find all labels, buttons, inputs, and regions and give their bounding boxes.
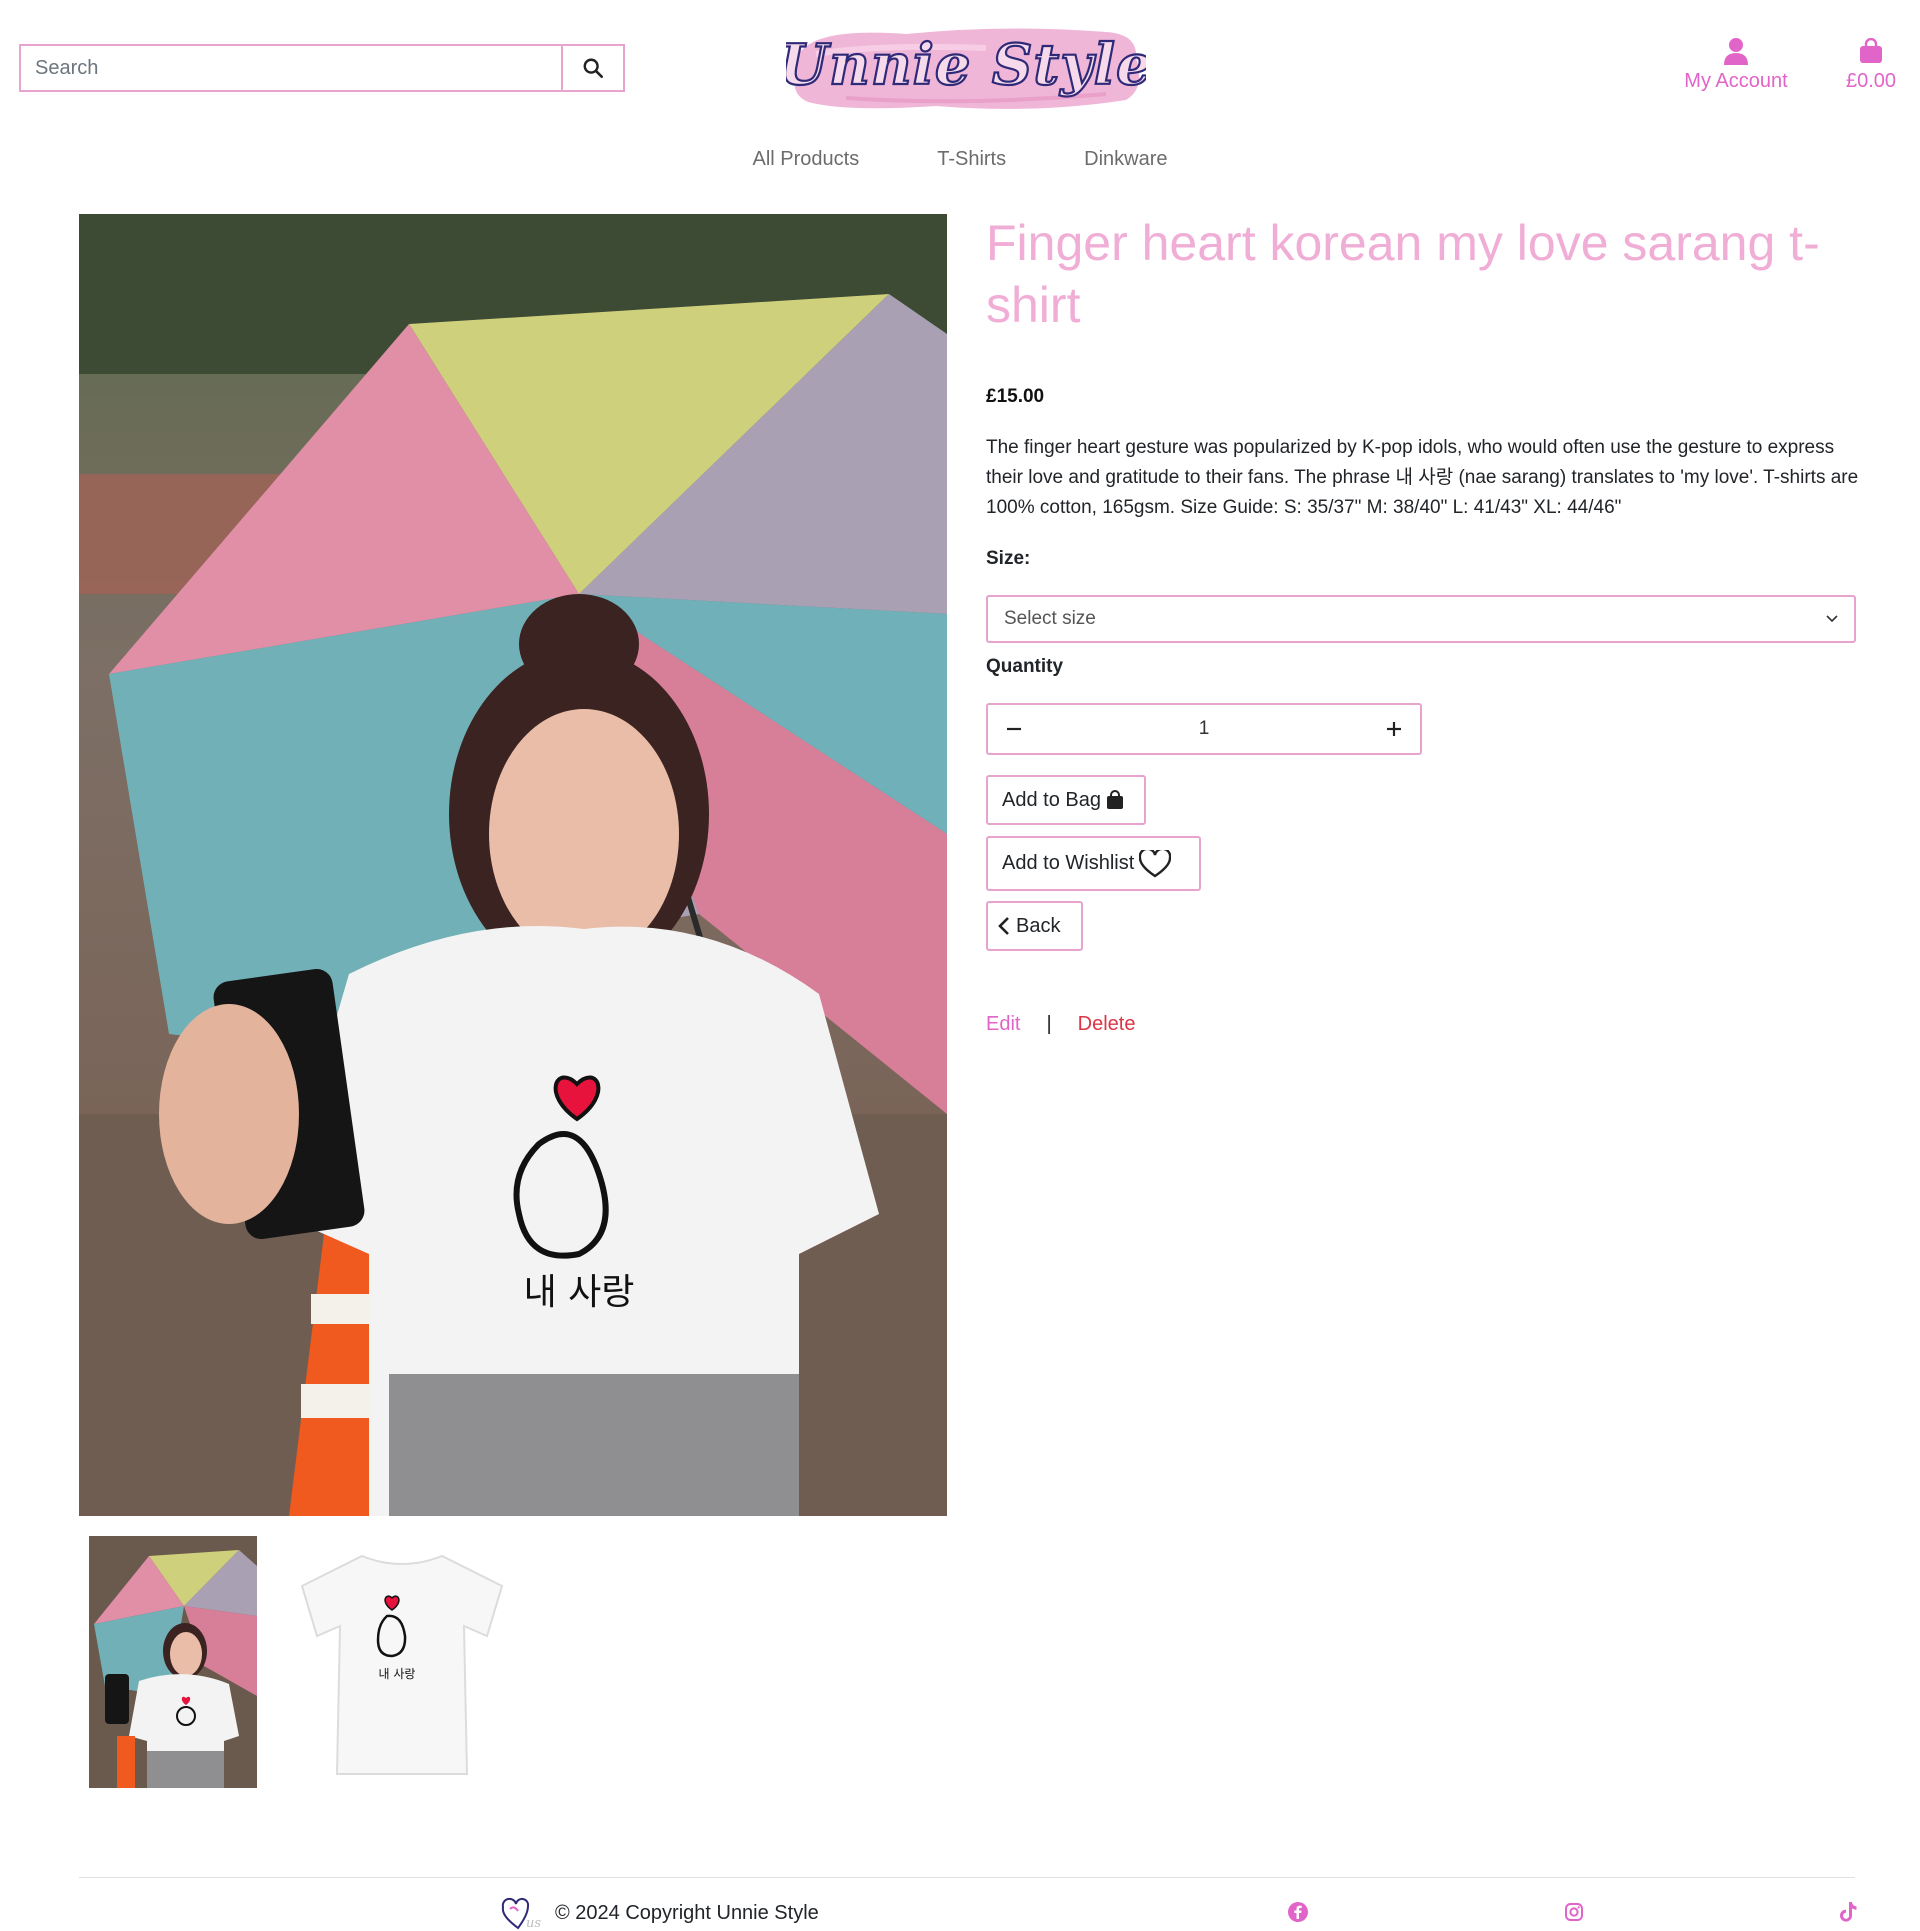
quantity-input[interactable]: 1 <box>1040 718 1368 740</box>
search-input[interactable] <box>21 46 561 90</box>
thumbnail-tshirt[interactable]: 내 사랑 <box>292 1546 512 1778</box>
facebook-icon <box>1288 1902 1308 1922</box>
logo-text: Unnie Style <box>786 32 1146 98</box>
product-photo: 내 사랑 <box>79 214 947 1516</box>
facebook-link[interactable] <box>1287 1901 1309 1923</box>
size-select-value: Select size <box>1004 608 1096 629</box>
svg-text:us: us <box>526 1916 541 1931</box>
quantity-label: Quantity <box>986 656 1064 677</box>
search-icon <box>583 58 603 78</box>
main-nav: All Products T-Shirts Dinkware <box>0 148 1920 171</box>
chevron-left-icon <box>998 917 1009 935</box>
add-to-bag-button[interactable]: Add to Bag <box>986 775 1146 825</box>
admin-separator: | <box>1046 1013 1052 1035</box>
footer-logo-icon: us <box>501 1897 541 1931</box>
nav-all-products[interactable]: All Products <box>753 148 860 171</box>
add-to-wishlist-button[interactable]: Add to Wishlist <box>986 836 1201 891</box>
search-form <box>19 44 625 92</box>
site-logo[interactable]: Unnie Style <box>778 18 1153 114</box>
thumbnail-model-image <box>89 1536 257 1788</box>
add-to-wishlist-label: Add to Wishlist <box>1002 852 1135 874</box>
search-button[interactable] <box>561 46 623 90</box>
size-select[interactable]: Select size <box>986 595 1856 643</box>
product-description: The finger heart gesture was popularized… <box>986 437 1859 518</box>
my-account-link[interactable]: My Account <box>1675 36 1797 93</box>
thumbnail-tshirt-image: 내 사랑 <box>300 1554 504 1775</box>
back-label: Back <box>1016 914 1061 937</box>
user-icon <box>1724 38 1748 65</box>
chevron-down-icon <box>1826 615 1838 623</box>
back-button[interactable]: Back <box>986 901 1083 951</box>
shirt-print-text: 내 사랑 <box>524 1272 635 1313</box>
shopping-bag-link[interactable]: £0.00 <box>1836 36 1906 93</box>
tiktok-icon <box>1840 1902 1857 1922</box>
decrement-button[interactable] <box>988 705 1040 753</box>
logo-artwork: Unnie Style <box>778 28 1153 109</box>
thumbnail-model[interactable] <box>89 1536 257 1788</box>
shopping-bag-icon <box>1106 790 1123 809</box>
instagram-link[interactable] <box>1563 1901 1585 1923</box>
edit-link[interactable]: Edit <box>986 1013 1020 1036</box>
delete-link[interactable]: Delete <box>1078 1013 1136 1036</box>
copyright-text: © 2024 Copyright Unnie Style <box>555 1902 819 1924</box>
minus-icon <box>1007 727 1021 731</box>
shopping-bag-icon <box>1860 38 1882 63</box>
instagram-icon <box>1565 1903 1583 1921</box>
thumbnail-print-text: 내 사랑 <box>379 1667 416 1681</box>
product-title: Finger heart korean my love sarang t-shi… <box>986 215 1820 333</box>
quantity-stepper: 1 <box>986 703 1422 755</box>
nav-dinkware[interactable]: Dinkware <box>1084 148 1167 171</box>
product-main-image[interactable]: 내 사랑 <box>79 214 947 1516</box>
tiktok-link[interactable] <box>1837 1901 1859 1923</box>
size-label: Size: <box>986 548 1031 569</box>
plus-icon <box>1387 722 1401 736</box>
heart-outline-icon <box>1139 849 1172 877</box>
my-account-label: My Account <box>1684 70 1788 92</box>
add-to-bag-label: Add to Bag <box>1002 788 1101 811</box>
admin-links: Edit | Delete <box>986 1013 1135 1036</box>
bag-total: £0.00 <box>1845 70 1897 92</box>
footer-divider <box>79 1877 1855 1878</box>
product-price: £15.00 <box>986 386 1045 407</box>
increment-button[interactable] <box>1368 705 1420 753</box>
nav-t-shirts[interactable]: T-Shirts <box>937 148 1006 171</box>
